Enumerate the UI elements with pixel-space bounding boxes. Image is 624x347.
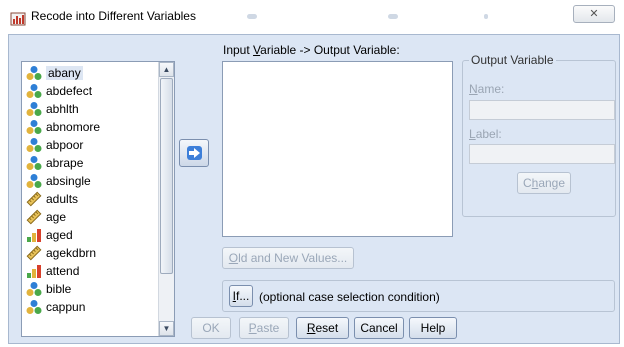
variable-item[interactable]: aged — [22, 226, 158, 244]
label-input[interactable] — [469, 144, 615, 164]
variable-item[interactable]: abany — [22, 64, 158, 82]
name-input[interactable] — [469, 100, 615, 120]
right-arrow-icon — [187, 146, 202, 160]
ordinal-icon — [26, 227, 42, 243]
close-icon: ✕ — [589, 8, 599, 20]
old-and-new-values-button[interactable]: Old and New Values... — [222, 247, 354, 269]
variable-name: abany — [46, 66, 83, 80]
nominal-icon — [26, 155, 42, 171]
variable-name: abrape — [46, 156, 84, 170]
scale-icon — [26, 191, 42, 207]
scroll-down-icon[interactable]: ▼ — [159, 321, 174, 336]
blurred-title-artifact — [484, 14, 488, 19]
move-variable-button[interactable] — [179, 139, 209, 167]
variable-name: agekdbrn — [46, 246, 97, 260]
variable-name: abnomore — [46, 120, 101, 134]
close-button[interactable]: ✕ — [573, 5, 615, 23]
nominal-icon — [26, 83, 42, 99]
output-variable-group-title: Output Variable — [469, 53, 556, 67]
variable-items: abany abdefect abhlth abnomore abpoor abrape a… — [22, 64, 158, 316]
spss-dialog-icon — [10, 12, 26, 26]
variable-item[interactable]: abpoor — [22, 136, 158, 154]
variable-name: bible — [46, 282, 72, 296]
variable-item[interactable]: abrape — [22, 154, 158, 172]
paste-button[interactable]: Paste — [239, 317, 289, 339]
scale-icon — [26, 209, 42, 225]
nominal-icon — [26, 299, 42, 315]
ok-button[interactable]: OK — [191, 317, 231, 339]
reset-button[interactable]: Reset — [296, 317, 349, 339]
cancel-button[interactable]: Cancel — [354, 317, 404, 339]
variable-item[interactable]: age — [22, 208, 158, 226]
if-condition-panel: If... (optional case selection condition… — [222, 280, 615, 312]
variable-name: aged — [46, 228, 73, 242]
if-button[interactable]: If... — [229, 285, 253, 307]
variable-item[interactable]: abhlth — [22, 100, 158, 118]
variable-item[interactable]: agekdbrn — [22, 244, 158, 262]
variable-item[interactable]: abdefect — [22, 82, 158, 100]
title-bar[interactable]: Recode into Different Variables ✕ — [0, 0, 624, 34]
nominal-icon — [26, 281, 42, 297]
variable-name: abdefect — [46, 84, 93, 98]
name-label: Name: — [469, 82, 505, 96]
variable-name: abhlth — [46, 102, 79, 116]
scroll-up-icon[interactable]: ▲ — [159, 62, 174, 77]
variable-name: age — [46, 210, 67, 224]
variable-name: attend — [46, 264, 80, 278]
variable-name: abpoor — [46, 138, 84, 152]
label-label: Label: — [469, 127, 502, 141]
output-variable-group: Output Variable Name: Label: Change — [462, 53, 616, 217]
variable-item[interactable]: cappun — [22, 298, 158, 316]
variable-item[interactable]: attend — [22, 262, 158, 280]
variable-item[interactable]: absingle — [22, 172, 158, 190]
change-button[interactable]: Change — [517, 172, 571, 194]
help-button[interactable]: Help — [409, 317, 457, 339]
variable-name: absingle — [46, 174, 91, 188]
variable-item[interactable]: abnomore — [22, 118, 158, 136]
blurred-title-artifact — [388, 14, 398, 19]
variable-name: cappun — [46, 300, 86, 314]
scroll-thumb[interactable] — [160, 78, 173, 274]
window-title: Recode into Different Variables — [31, 9, 196, 23]
nominal-icon — [26, 137, 42, 153]
scale-icon — [26, 245, 42, 261]
variable-name: adults — [46, 192, 79, 206]
if-condition-description: (optional case selection condition) — [259, 290, 440, 304]
variable-item[interactable]: adults — [22, 190, 158, 208]
blurred-title-artifact — [247, 14, 257, 19]
input-output-variable-list[interactable] — [222, 61, 453, 237]
input-output-label: Input Variable -> Output Variable: — [223, 43, 400, 57]
dialog-body: abany abdefect abhlth abnomore abpoor abrape a… — [8, 34, 620, 344]
variable-list-scrollbar[interactable]: ▲ ▼ — [158, 62, 174, 336]
nominal-icon — [26, 65, 42, 81]
nominal-icon — [26, 101, 42, 117]
nominal-icon — [26, 173, 42, 189]
ordinal-icon — [26, 263, 42, 279]
source-variable-list[interactable]: abany abdefect abhlth abnomore abpoor abrape a… — [21, 61, 175, 337]
nominal-icon — [26, 119, 42, 135]
variable-item[interactable]: bible — [22, 280, 158, 298]
